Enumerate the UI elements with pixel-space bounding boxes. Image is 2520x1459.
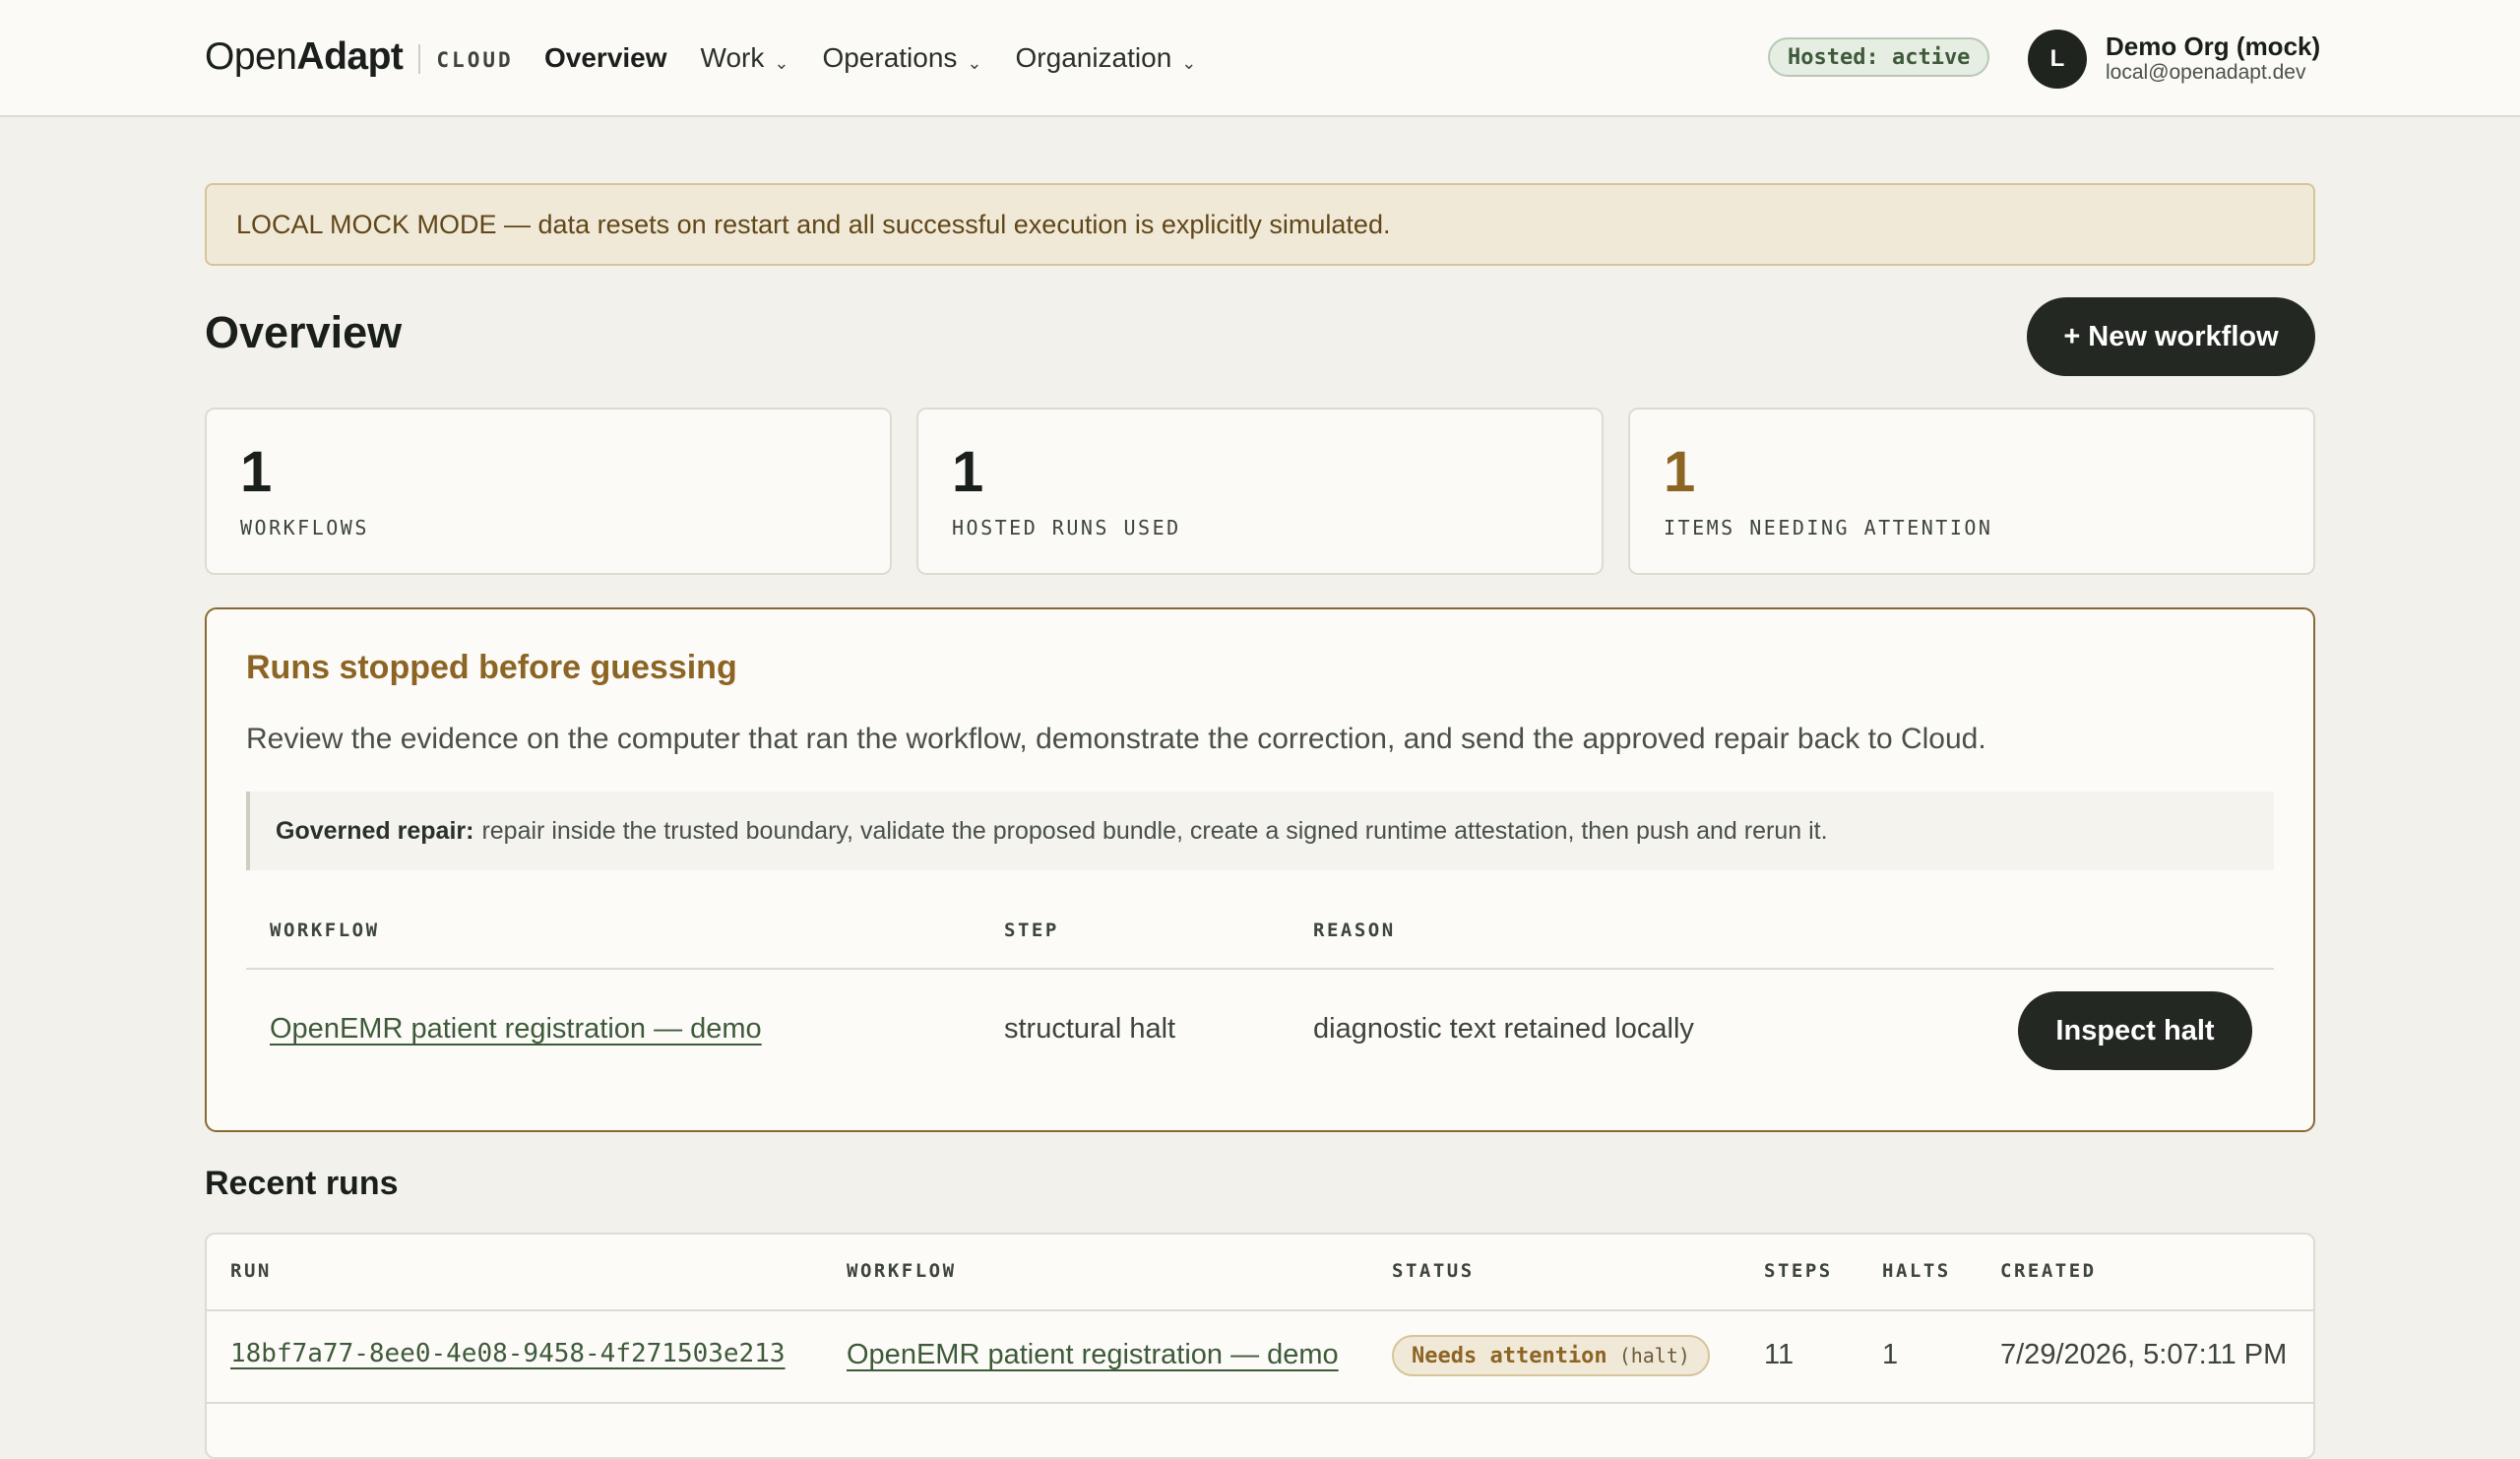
column-header-steps: STEPS bbox=[1764, 1260, 1833, 1282]
user-email: local@openadapt.dev bbox=[2106, 61, 2306, 84]
column-header-run: RUN bbox=[230, 1260, 272, 1282]
nav-item-label: Overview bbox=[544, 41, 667, 73]
recent-runs-title: Recent runs bbox=[205, 1165, 399, 1202]
status-badge: Needs attention (halt) bbox=[1392, 1335, 1710, 1376]
banner-text: LOCAL MOCK MODE — data resets on restart… bbox=[236, 209, 1391, 239]
stat-value: 1 bbox=[1664, 440, 1696, 504]
column-header-reason: REASON bbox=[1313, 920, 1396, 941]
created-cell: 7/29/2026, 5:07:11 PM bbox=[2000, 1339, 2288, 1370]
column-header-status: STATUS bbox=[1392, 1260, 1475, 1282]
reason-cell: diagnostic text retained locally bbox=[1313, 1013, 1694, 1045]
run-id-link[interactable]: 18bf7a77-8ee0-4e08-9458-4f271503e213 bbox=[230, 1339, 786, 1368]
stat-value: 1 bbox=[952, 440, 984, 504]
workflow-link[interactable]: OpenEMR patient registration — demo bbox=[847, 1339, 1339, 1371]
top-nav-bar: OpenAdapt CLOUD Overview Work ⌄ Operatio… bbox=[0, 0, 2520, 117]
table-divider bbox=[207, 1402, 2313, 1404]
stat-card-attention: 1 ITEMS NEEDING ATTENTION bbox=[1628, 408, 2315, 575]
steps-cell: 11 bbox=[1764, 1339, 1795, 1370]
recent-runs-table: RUN WORKFLOW STATUS STEPS HALTS CREATED … bbox=[205, 1233, 2315, 1459]
nav-item-label: Work bbox=[700, 41, 765, 73]
stat-label: HOSTED RUNS USED bbox=[952, 516, 1181, 539]
panel-title: Runs stopped before guessing bbox=[246, 649, 737, 686]
avatar[interactable]: L bbox=[2028, 30, 2087, 89]
page-title: Overview bbox=[205, 307, 403, 357]
nav-item-operations[interactable]: Operations ⌄ bbox=[822, 41, 981, 74]
new-workflow-button[interactable]: + New workflow bbox=[2027, 297, 2315, 376]
mock-mode-banner: LOCAL MOCK MODE — data resets on restart… bbox=[205, 183, 2315, 266]
stat-label: ITEMS NEEDING ATTENTION bbox=[1664, 516, 1993, 539]
workflow-link[interactable]: OpenEMR patient registration — demo bbox=[270, 1013, 762, 1046]
nav-item-label: Operations bbox=[822, 41, 958, 73]
user-name: Demo Org (mock) bbox=[2106, 32, 2321, 61]
step-cell: structural halt bbox=[1004, 1013, 1176, 1045]
column-header-workflow: WORKFLOW bbox=[847, 1260, 957, 1282]
column-header-created: CREATED bbox=[2000, 1260, 2097, 1282]
table-divider bbox=[246, 968, 2274, 970]
halted-runs-panel: Runs stopped before guessing Review the … bbox=[205, 607, 2315, 1132]
panel-description: Review the evidence on the computer that… bbox=[246, 723, 1986, 755]
callout-label: Governed repair: bbox=[276, 816, 474, 845]
status-label: Needs attention bbox=[1412, 1343, 1607, 1368]
logo-text-open: Open bbox=[205, 35, 297, 78]
callout-text: repair inside the trusted boundary, vali… bbox=[481, 816, 1828, 845]
stat-card-workflows: 1 WORKFLOWS bbox=[205, 408, 892, 575]
main-nav: Overview Work ⌄ Operations ⌄ Organizatio… bbox=[544, 41, 1229, 74]
stat-card-hosted-runs: 1 HOSTED RUNS USED bbox=[916, 408, 1604, 575]
nav-item-organization[interactable]: Organization ⌄ bbox=[1016, 41, 1197, 74]
status-detail: (halt) bbox=[1618, 1344, 1690, 1367]
brand-subtitle: CLOUD bbox=[436, 48, 514, 72]
brand-divider bbox=[418, 44, 421, 74]
stat-label: WORKFLOWS bbox=[240, 516, 369, 539]
logo-text-adapt: Adapt bbox=[296, 35, 404, 78]
halts-cell: 1 bbox=[1882, 1339, 1899, 1370]
stat-value: 1 bbox=[240, 440, 273, 504]
chevron-down-icon: ⌄ bbox=[967, 53, 982, 73]
user-info[interactable]: Demo Org (mock) local@openadapt.dev bbox=[2106, 32, 2320, 85]
governed-repair-callout: Governed repair: repair inside the trust… bbox=[246, 792, 2274, 870]
nav-item-work[interactable]: Work ⌄ bbox=[701, 41, 789, 74]
chevron-down-icon: ⌄ bbox=[1181, 53, 1197, 73]
brand[interactable]: OpenAdapt CLOUD bbox=[205, 35, 514, 79]
column-header-step: STEP bbox=[1004, 920, 1059, 941]
column-header-halts: HALTS bbox=[1882, 1260, 1951, 1282]
nav-item-label: Organization bbox=[1015, 41, 1172, 73]
column-header-workflow: WORKFLOW bbox=[270, 920, 380, 941]
inspect-halt-button[interactable]: Inspect halt bbox=[2018, 991, 2252, 1070]
openadapt-logo[interactable]: OpenAdapt bbox=[205, 35, 404, 79]
nav-item-overview[interactable]: Overview bbox=[544, 42, 667, 74]
table-divider bbox=[207, 1309, 2313, 1311]
hosted-status-badge: Hosted: active bbox=[1768, 37, 1990, 77]
chevron-down-icon: ⌄ bbox=[774, 53, 789, 73]
